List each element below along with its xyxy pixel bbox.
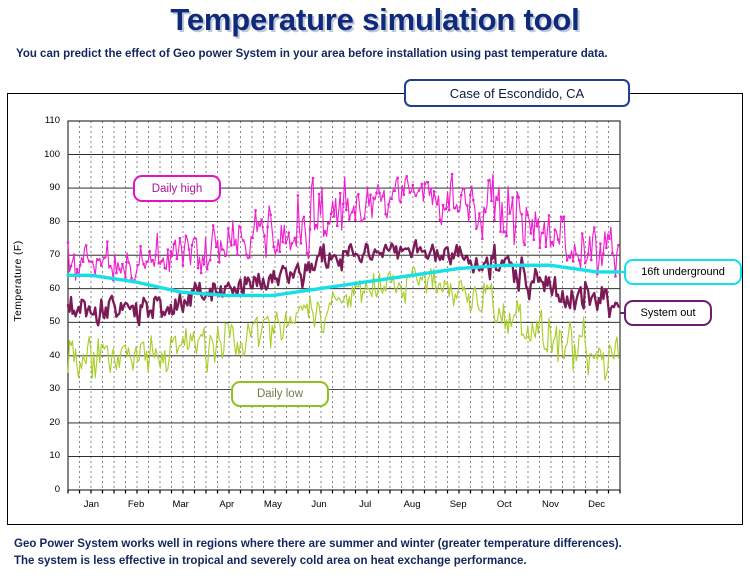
callout-daily-low-label: Daily low xyxy=(256,388,303,400)
callout-daily-low: Daily low xyxy=(231,381,329,407)
callout-daily-high-label: Daily high xyxy=(151,182,203,195)
x-axis-tick: Nov xyxy=(541,499,559,510)
x-axis-tick: Apr xyxy=(219,499,235,510)
case-badge-label: Case of Escondido, CA xyxy=(449,85,585,101)
callout-underground-label: 16ft underground xyxy=(641,266,725,278)
callout-daily-high: Daily high xyxy=(133,175,221,202)
x-axis-tick: Feb xyxy=(127,499,145,510)
y-axis-tick: 20 xyxy=(49,416,60,428)
y-axis-tick: 40 xyxy=(49,349,60,361)
y-axis-tick: 50 xyxy=(49,316,60,328)
x-axis-tick: Oct xyxy=(496,499,512,510)
y-axis-tick: 10 xyxy=(49,450,60,462)
chart-canvas xyxy=(66,120,624,494)
x-axis-tick: Jul xyxy=(359,499,372,510)
x-axis-tick: Jun xyxy=(311,499,327,510)
footer-note: Geo Power System works well in regions w… xyxy=(14,536,744,569)
y-axis-tick: 0 xyxy=(54,484,60,495)
callout-16ft-underground: 16ft underground xyxy=(624,259,742,285)
y-axis-tick: 110 xyxy=(44,115,60,126)
callout-system-out: System out xyxy=(624,300,712,326)
x-axis-tick: Dec xyxy=(588,499,605,510)
y-axis-tick: 70 xyxy=(49,249,60,261)
footer-line-1: Geo Power System works well in regions w… xyxy=(14,538,622,550)
y-axis-tick: 100 xyxy=(44,148,60,160)
y-axis-tick: 80 xyxy=(49,215,60,227)
footer-line-2: The system is less effective in tropical… xyxy=(14,554,527,567)
y-axis-title: Temperature (F) xyxy=(12,240,24,322)
x-axis-tick: Aug xyxy=(403,499,421,510)
x-axis-tick: Jan xyxy=(83,499,100,510)
temperature-chart: Temperature (F) 0 10 20 30 40 50 60 70 80 90 100 11… xyxy=(0,0,750,584)
x-axis-tick: Sep xyxy=(449,499,467,510)
x-axis-tick: May xyxy=(263,499,282,510)
y-axis-tick: 60 xyxy=(49,282,60,294)
callout-system-out-label: System out xyxy=(640,307,696,319)
x-axis-tick: Mar xyxy=(172,499,189,510)
y-axis-tick: 30 xyxy=(49,383,60,395)
y-axis-tick: 90 xyxy=(49,182,60,194)
case-badge: Case of Escondido, CA xyxy=(404,79,630,107)
